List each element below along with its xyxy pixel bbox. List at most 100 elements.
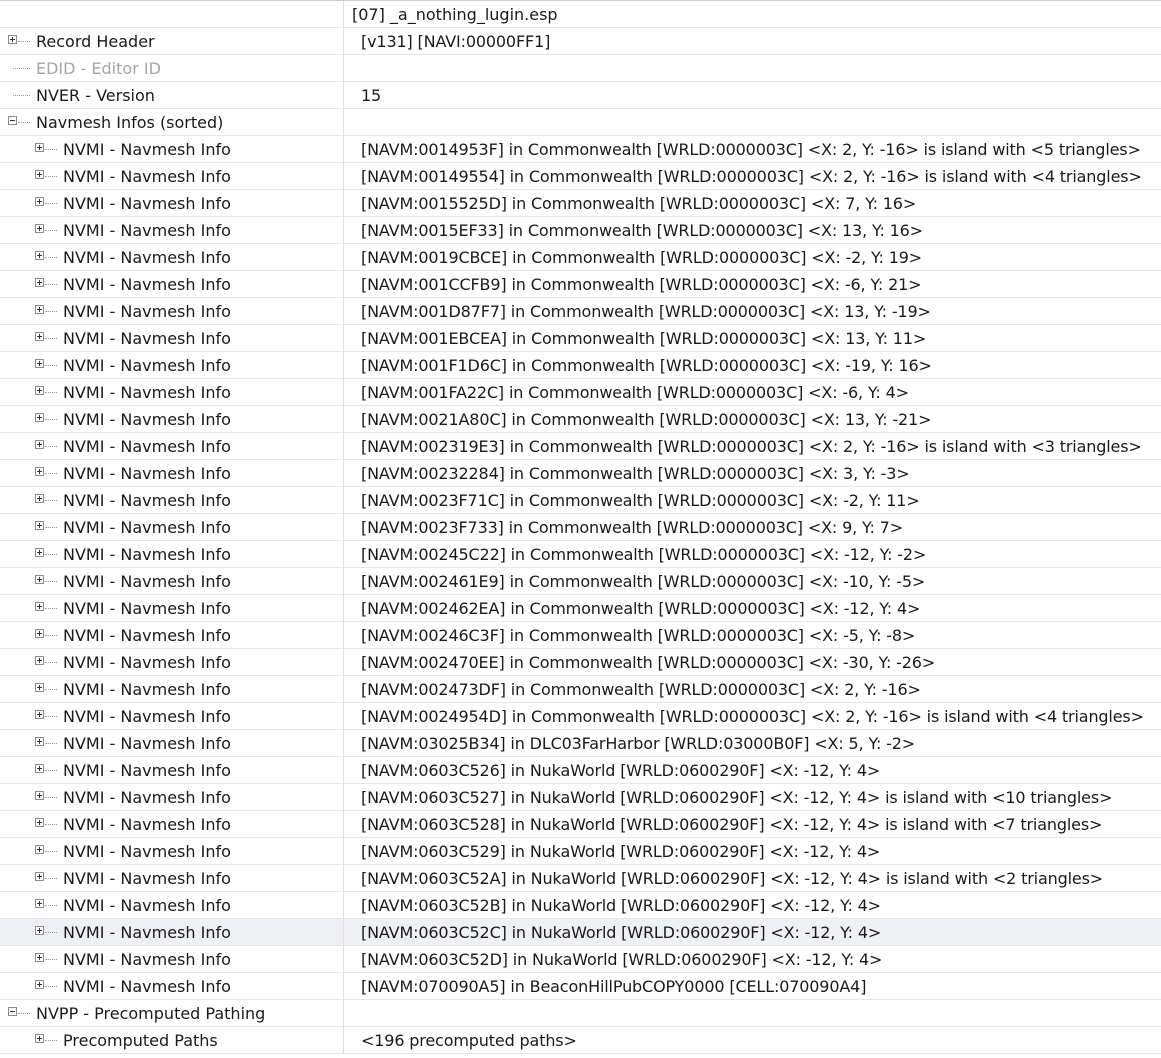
precomputed-paths-row[interactable]: Precomputed Paths <196 precomputed paths… bbox=[0, 1027, 1161, 1054]
plus-box-icon[interactable] bbox=[35, 305, 44, 314]
navmesh-info-value: [NAVM:03025B34] in DLC03FarHarbor [WRLD:… bbox=[361, 734, 916, 753]
navmesh-infos-row[interactable]: Navmesh Infos (sorted) bbox=[0, 109, 1161, 136]
navmesh-info-row[interactable]: NVMI - Navmesh Info [NAVM:002461E9] in Co… bbox=[0, 568, 1161, 595]
navmesh-info-row[interactable]: NVMI - Navmesh Info [NAVM:0603C52B] in Nu… bbox=[0, 892, 1161, 919]
navmesh-info-row[interactable]: NVMI - Navmesh Info [NAVM:001EBCEA] in Co… bbox=[0, 325, 1161, 352]
navmesh-info-value: [NAVM:001F1D6C] in Commonwealth [WRLD:00… bbox=[361, 356, 932, 375]
navmesh-info-label: NVMI - Navmesh Info bbox=[63, 815, 231, 834]
tree-connector bbox=[45, 905, 57, 906]
navmesh-info-value: [NAVM:002461E9] in Commonwealth [WRLD:00… bbox=[361, 572, 926, 591]
plus-box-icon[interactable] bbox=[35, 737, 44, 746]
precomputed-paths-value: <196 precomputed paths> bbox=[361, 1031, 577, 1050]
plus-box-icon[interactable] bbox=[35, 251, 44, 260]
plus-box-icon[interactable] bbox=[35, 872, 44, 881]
tree-connector bbox=[45, 662, 57, 663]
navmesh-info-label: NVMI - Navmesh Info bbox=[63, 545, 231, 564]
navmesh-info-value: [NAVM:0015EF33] in Commonwealth [WRLD:00… bbox=[361, 221, 923, 240]
navmesh-info-row[interactable]: NVMI - Navmesh Info [NAVM:002470EE] in Co… bbox=[0, 649, 1161, 676]
record-header-row[interactable]: Record Header [v131] [NAVI:00000FF1] bbox=[0, 28, 1161, 55]
navmesh-info-row[interactable]: NVMI - Navmesh Info [NAVM:0603C526] in Nu… bbox=[0, 757, 1161, 784]
navmesh-info-row[interactable]: NVMI - Navmesh Info [NAVM:0019CBCE] in Co… bbox=[0, 244, 1161, 271]
plus-box-icon[interactable] bbox=[35, 359, 44, 368]
navmesh-info-row[interactable]: NVMI - Navmesh Info [NAVM:0024954D] in Co… bbox=[0, 703, 1161, 730]
tree-connector bbox=[45, 608, 57, 609]
plus-box-icon[interactable] bbox=[35, 170, 44, 179]
navmesh-info-row[interactable]: NVMI - Navmesh Info [NAVM:00245C22] in Co… bbox=[0, 541, 1161, 568]
plus-box-icon[interactable] bbox=[35, 494, 44, 503]
nver-row[interactable]: NVER - Version 15 bbox=[0, 82, 1161, 109]
plus-box-icon[interactable] bbox=[35, 926, 44, 935]
navmesh-info-label: NVMI - Navmesh Info bbox=[63, 194, 231, 213]
plus-box-icon[interactable] bbox=[35, 278, 44, 287]
navmesh-info-row[interactable]: NVMI - Navmesh Info [NAVM:0021A80C] in Co… bbox=[0, 406, 1161, 433]
plus-box-icon[interactable] bbox=[35, 440, 44, 449]
navmesh-info-row[interactable]: NVMI - Navmesh Info [NAVM:00149554] in Co… bbox=[0, 163, 1161, 190]
plus-box-icon[interactable] bbox=[35, 521, 44, 530]
plus-box-icon[interactable] bbox=[35, 683, 44, 692]
minus-box-icon[interactable] bbox=[8, 116, 17, 125]
navmesh-info-row[interactable]: NVMI - Navmesh Info [NAVM:0015525D] in Co… bbox=[0, 190, 1161, 217]
navmesh-info-value: [NAVM:001FA22C] in Commonwealth [WRLD:00… bbox=[361, 383, 909, 402]
file-name-label: [07] _a_nothing_lugin.esp bbox=[352, 5, 558, 24]
navmesh-info-row[interactable]: NVMI - Navmesh Info [NAVM:001FA22C] in Co… bbox=[0, 379, 1161, 406]
record-tree-view[interactable]: [07] _a_nothing_lugin.esp Record Header … bbox=[0, 0, 1161, 1054]
plus-box-icon[interactable] bbox=[35, 953, 44, 962]
navmesh-info-row[interactable]: NVMI - Navmesh Info [NAVM:0015EF33] in Co… bbox=[0, 217, 1161, 244]
navmesh-info-row[interactable]: NVMI - Navmesh Info [NAVM:002462EA] in Co… bbox=[0, 595, 1161, 622]
navmesh-info-row[interactable]: NVMI - Navmesh Info [NAVM:0603C528] in Nu… bbox=[0, 811, 1161, 838]
plus-box-icon[interactable] bbox=[35, 791, 44, 800]
plus-box-icon[interactable] bbox=[35, 413, 44, 422]
nvpp-row[interactable]: NVPP - Precomputed Pathing bbox=[0, 1000, 1161, 1027]
edid-row[interactable]: EDID - Editor ID bbox=[0, 55, 1161, 82]
plus-box-icon[interactable] bbox=[35, 197, 44, 206]
tree-connector bbox=[45, 284, 57, 285]
plus-box-icon[interactable] bbox=[35, 386, 44, 395]
tree-connector bbox=[13, 68, 30, 69]
navmesh-info-row[interactable]: NVMI - Navmesh Info [NAVM:070090A5] in Be… bbox=[0, 973, 1161, 1000]
navmesh-info-row[interactable]: NVMI - Navmesh Info [NAVM:03025B34] in DL… bbox=[0, 730, 1161, 757]
navmesh-info-value: [NAVM:002462EA] in Commonwealth [WRLD:00… bbox=[361, 599, 921, 618]
plus-box-icon[interactable] bbox=[35, 332, 44, 341]
navmesh-info-row[interactable]: NVMI - Navmesh Info [NAVM:002473DF] in Co… bbox=[0, 676, 1161, 703]
navmesh-info-row[interactable]: NVMI - Navmesh Info [NAVM:0023F71C] in Co… bbox=[0, 487, 1161, 514]
plus-box-icon[interactable] bbox=[35, 143, 44, 152]
tree-connector bbox=[45, 392, 57, 393]
plus-box-icon[interactable] bbox=[35, 1034, 44, 1043]
navmesh-info-value: [NAVM:0603C52D] in NukaWorld [WRLD:06002… bbox=[361, 950, 883, 969]
navmesh-info-row[interactable]: NVMI - Navmesh Info [NAVM:0603C529] in Nu… bbox=[0, 838, 1161, 865]
tree-connector bbox=[45, 689, 57, 690]
tree-connector bbox=[45, 581, 57, 582]
navmesh-info-row[interactable]: NVMI - Navmesh Info [NAVM:0014953F] in Co… bbox=[0, 136, 1161, 163]
plus-box-icon[interactable] bbox=[35, 899, 44, 908]
tree-connector bbox=[45, 554, 57, 555]
plus-box-icon[interactable] bbox=[35, 710, 44, 719]
navmesh-info-row[interactable]: NVMI - Navmesh Info [NAVM:0603C52D] in Nu… bbox=[0, 946, 1161, 973]
navmesh-info-row[interactable]: NVMI - Navmesh Info [NAVM:00246C3F] in Co… bbox=[0, 622, 1161, 649]
plus-box-icon[interactable] bbox=[35, 818, 44, 827]
navmesh-info-row[interactable]: NVMI - Navmesh Info [NAVM:0603C52C] in Nu… bbox=[0, 919, 1161, 946]
plus-box-icon[interactable] bbox=[35, 224, 44, 233]
navmesh-info-row[interactable]: NVMI - Navmesh Info [NAVM:001D87F7] in Co… bbox=[0, 298, 1161, 325]
navmesh-info-value: [NAVM:002473DF] in Commonwealth [WRLD:00… bbox=[361, 680, 921, 699]
plus-box-icon[interactable] bbox=[35, 575, 44, 584]
plus-box-icon[interactable] bbox=[35, 980, 44, 989]
navmesh-info-row[interactable]: NVMI - Navmesh Info [NAVM:002319E3] in Co… bbox=[0, 433, 1161, 460]
navmesh-infos-label: Navmesh Infos (sorted) bbox=[36, 113, 224, 132]
navmesh-info-row[interactable]: NVMI - Navmesh Info [NAVM:00232284] in Co… bbox=[0, 460, 1161, 487]
navmesh-info-row[interactable]: NVMI - Navmesh Info [NAVM:0603C527] in Nu… bbox=[0, 784, 1161, 811]
plus-box-icon[interactable] bbox=[35, 548, 44, 557]
plus-box-icon[interactable] bbox=[35, 602, 44, 611]
navmesh-info-row[interactable]: NVMI - Navmesh Info [NAVM:001CCFB9] in Co… bbox=[0, 271, 1161, 298]
plus-box-icon[interactable] bbox=[35, 629, 44, 638]
navmesh-info-value: [NAVM:0603C526] in NukaWorld [WRLD:06002… bbox=[361, 761, 881, 780]
navmesh-info-row[interactable]: NVMI - Navmesh Info [NAVM:001F1D6C] in Co… bbox=[0, 352, 1161, 379]
navmesh-info-row[interactable]: NVMI - Navmesh Info [NAVM:0023F733] in Co… bbox=[0, 514, 1161, 541]
plus-box-icon[interactable] bbox=[35, 656, 44, 665]
navmesh-info-row[interactable]: NVMI - Navmesh Info [NAVM:0603C52A] in Nu… bbox=[0, 865, 1161, 892]
plus-box-icon[interactable] bbox=[8, 35, 17, 44]
minus-box-icon[interactable] bbox=[8, 1007, 17, 1016]
navmesh-info-value: [NAVM:0603C529] in NukaWorld [WRLD:06002… bbox=[361, 842, 881, 861]
plus-box-icon[interactable] bbox=[35, 467, 44, 476]
plus-box-icon[interactable] bbox=[35, 764, 44, 773]
plus-box-icon[interactable] bbox=[35, 845, 44, 854]
